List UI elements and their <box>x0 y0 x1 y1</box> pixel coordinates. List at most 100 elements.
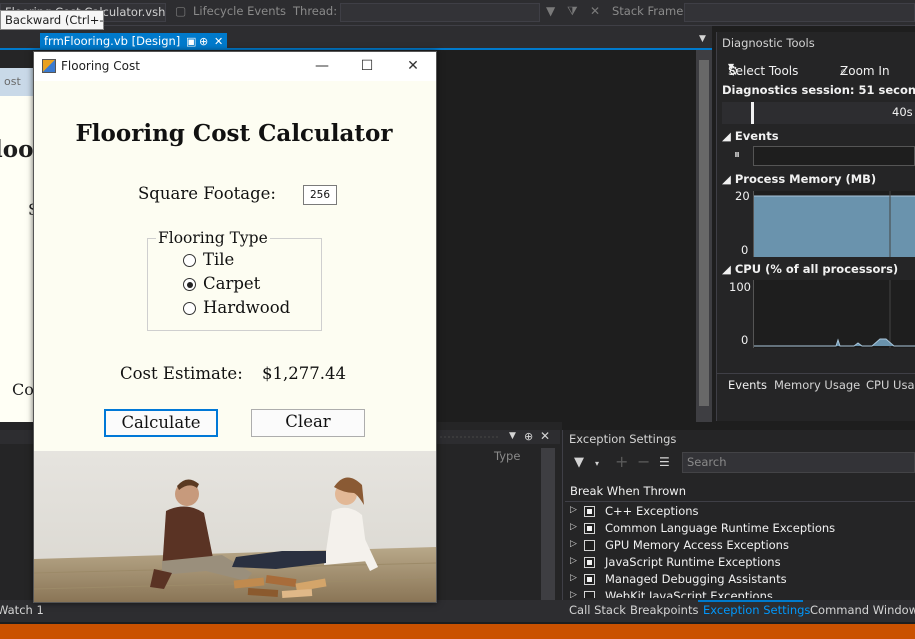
panel-pin-icon[interactable]: ⊕ <box>524 430 533 443</box>
exception-checkbox[interactable] <box>584 557 595 568</box>
diagnostics-session: Diagnostics session: 51 seconds <box>722 83 915 97</box>
watch-scrollbar[interactable] <box>541 448 555 600</box>
exception-checkbox[interactable] <box>584 506 595 517</box>
panel-dropdown-icon[interactable]: ▼ <box>509 431 516 441</box>
exception-row[interactable]: ▷ Common Language Runtime Exceptions <box>565 520 915 537</box>
exception-checkbox[interactable] <box>584 574 595 585</box>
expand-icon[interactable]: ▷ <box>570 573 577 583</box>
remove-icon[interactable]: − <box>637 452 650 471</box>
filter-icon[interactable]: ▼ <box>574 455 584 470</box>
exception-label: Common Language Runtime Exceptions <box>605 521 836 535</box>
close-tab-icon[interactable]: ✕ <box>214 33 223 50</box>
expand-icon[interactable]: ▷ <box>570 539 577 549</box>
expand-icon[interactable]: ▷ <box>570 556 577 566</box>
exception-checkbox[interactable] <box>584 591 595 598</box>
exception-label: C++ Exceptions <box>605 504 699 518</box>
tab-options-icon[interactable]: ▣ <box>186 33 196 50</box>
exception-search-input[interactable]: Search <box>682 452 915 473</box>
flag-threads-icon[interactable]: ✕ <box>590 4 600 18</box>
diagnostic-toolbar: ⚙ Select Tools ▾ ⌕ Zoom In <box>716 54 915 78</box>
cpu-header[interactable]: ◢ CPU (% of all processors) <box>722 262 898 276</box>
form-heading: Flooring Cost Calculator <box>75 120 393 147</box>
panel-close-icon[interactable]: ✕ <box>540 429 550 443</box>
app-icon <box>42 59 56 73</box>
select-tools-button[interactable]: ⚙ Select Tools ▾ <box>728 59 798 78</box>
break-when-thrown-header[interactable]: Break When Thrown <box>570 484 686 498</box>
tab-memory-usage[interactable]: Memory Usage <box>774 378 860 392</box>
diagnostic-tools-title: Diagnostic Tools <box>722 36 815 50</box>
tab-breakpoints[interactable]: Breakpoints <box>630 603 698 617</box>
tab-watch-1[interactable]: Watch 1 <box>0 603 44 617</box>
exception-checkbox[interactable] <box>584 540 595 551</box>
memory-chart-area <box>754 191 915 257</box>
expand-icon[interactable]: ▷ <box>570 505 577 515</box>
filter-dropdown-icon[interactable]: ▾ <box>595 459 599 468</box>
select-tools-label: Select Tools <box>728 64 799 78</box>
flooring-photo <box>34 451 436 602</box>
flooring-cost-window: Flooring Cost — ☐ ✕ Flooring Cost Calcul… <box>33 51 437 603</box>
cost-estimate-value: $1,277.44 <box>262 364 346 383</box>
exception-list: ▷ C++ Exceptions ▷ Common Language Runti… <box>565 501 915 598</box>
timeline-ruler[interactable]: 40s <box>722 102 915 124</box>
exception-row[interactable]: ▷ Managed Debugging Assistants <box>565 571 915 588</box>
exception-settings-title: Exception Settings <box>569 432 677 446</box>
column-header-type[interactable]: Type <box>435 446 545 466</box>
filter-icon[interactable]: ▼ <box>546 4 555 18</box>
tab-cpu-usage[interactable]: CPU Usage <box>866 378 915 392</box>
clear-button[interactable]: Clear <box>251 409 365 437</box>
exception-row[interactable]: ▷ WebKit JavaScript Exceptions <box>565 588 915 598</box>
stack-frame-combo[interactable] <box>684 3 915 22</box>
radio-hardwood-circle[interactable] <box>183 302 196 315</box>
tab-frmflooring-design[interactable]: frmFlooring.vb [Design] ▣ ⊕ ✕ <box>40 33 227 50</box>
radio-tile-circle[interactable] <box>183 254 196 267</box>
events-label: Events <box>734 129 779 143</box>
tab-exception-settings[interactable]: Exception Settings <box>703 603 810 617</box>
exception-label: JavaScript Runtime Exceptions <box>605 555 781 569</box>
pin-icon[interactable]: ⊕ <box>199 33 208 50</box>
cpu-chart-area <box>754 280 915 348</box>
square-footage-input[interactable]: 256 <box>303 185 337 205</box>
process-memory-header[interactable]: ◢ Process Memory (MB) <box>722 172 876 186</box>
radio-tile-label: Tile <box>203 250 235 269</box>
tab-command-window[interactable]: Command Window <box>810 603 915 617</box>
events-section-header[interactable]: ◢ Events <box>722 129 779 143</box>
exception-label: WebKit JavaScript Exceptions <box>605 589 773 598</box>
debug-toolbar: Flooring Cost Calculator.vsh ▾ ▢ Lifecyc… <box>0 0 915 26</box>
exception-row[interactable]: ▷ JavaScript Runtime Exceptions <box>565 554 915 571</box>
exception-row[interactable]: ▷ C++ Exceptions <box>565 503 915 520</box>
process-memory-label: Process Memory (MB) <box>734 172 877 186</box>
flooring-photo-image <box>34 451 436 602</box>
expand-icon[interactable]: ▷ <box>570 522 577 532</box>
exception-checkbox[interactable] <box>584 523 595 534</box>
window-titlebar[interactable]: Flooring Cost — ☐ ✕ <box>34 52 436 81</box>
minimize-button[interactable]: — <box>311 56 333 76</box>
tab-events[interactable]: Events <box>728 378 767 392</box>
timeline-cursor[interactable] <box>751 102 754 124</box>
calculate-button[interactable]: Calculate <box>104 409 218 437</box>
lifecycle-events-button[interactable]: Lifecycle Events <box>193 4 286 18</box>
tab-call-stack[interactable]: Call Stack <box>569 603 626 617</box>
filter-clear-icon[interactable]: ⧩ <box>567 4 578 19</box>
tab-dropdown-icon[interactable]: ▼ <box>699 34 706 44</box>
flooring-type-label: Flooring Type <box>156 229 270 247</box>
cpu-chart <box>753 280 915 348</box>
events-track <box>753 146 915 166</box>
cpu-axis-max: 100 <box>729 280 751 294</box>
zoom-in-label: Zoom In <box>840 64 890 78</box>
radio-hardwood-label: Hardwood <box>203 298 291 317</box>
memory-axis-min: 0 <box>741 243 749 257</box>
expand-icon[interactable]: ▷ <box>570 590 577 598</box>
exception-row[interactable]: ▷ GPU Memory Access Exceptions <box>565 537 915 554</box>
designer-scroll-thumb[interactable] <box>699 60 709 406</box>
thread-combo[interactable] <box>340 3 540 22</box>
bg-form-title: ost <box>0 68 34 96</box>
document-tab-strip: frmFlooring.vb [Design] ▣ ⊕ ✕ ▼ <box>0 26 712 50</box>
restore-defaults-icon[interactable]: ☰ <box>659 455 670 469</box>
radio-carpet-circle[interactable] <box>183 278 196 291</box>
bg-heading-fragment: loo <box>0 136 34 163</box>
pause-icon[interactable]: ⏸ <box>734 147 740 162</box>
add-icon[interactable]: + <box>615 452 628 471</box>
maximize-button[interactable]: ☐ <box>356 56 378 76</box>
close-window-button[interactable]: ✕ <box>402 56 424 76</box>
active-tab-indicator <box>698 600 803 602</box>
